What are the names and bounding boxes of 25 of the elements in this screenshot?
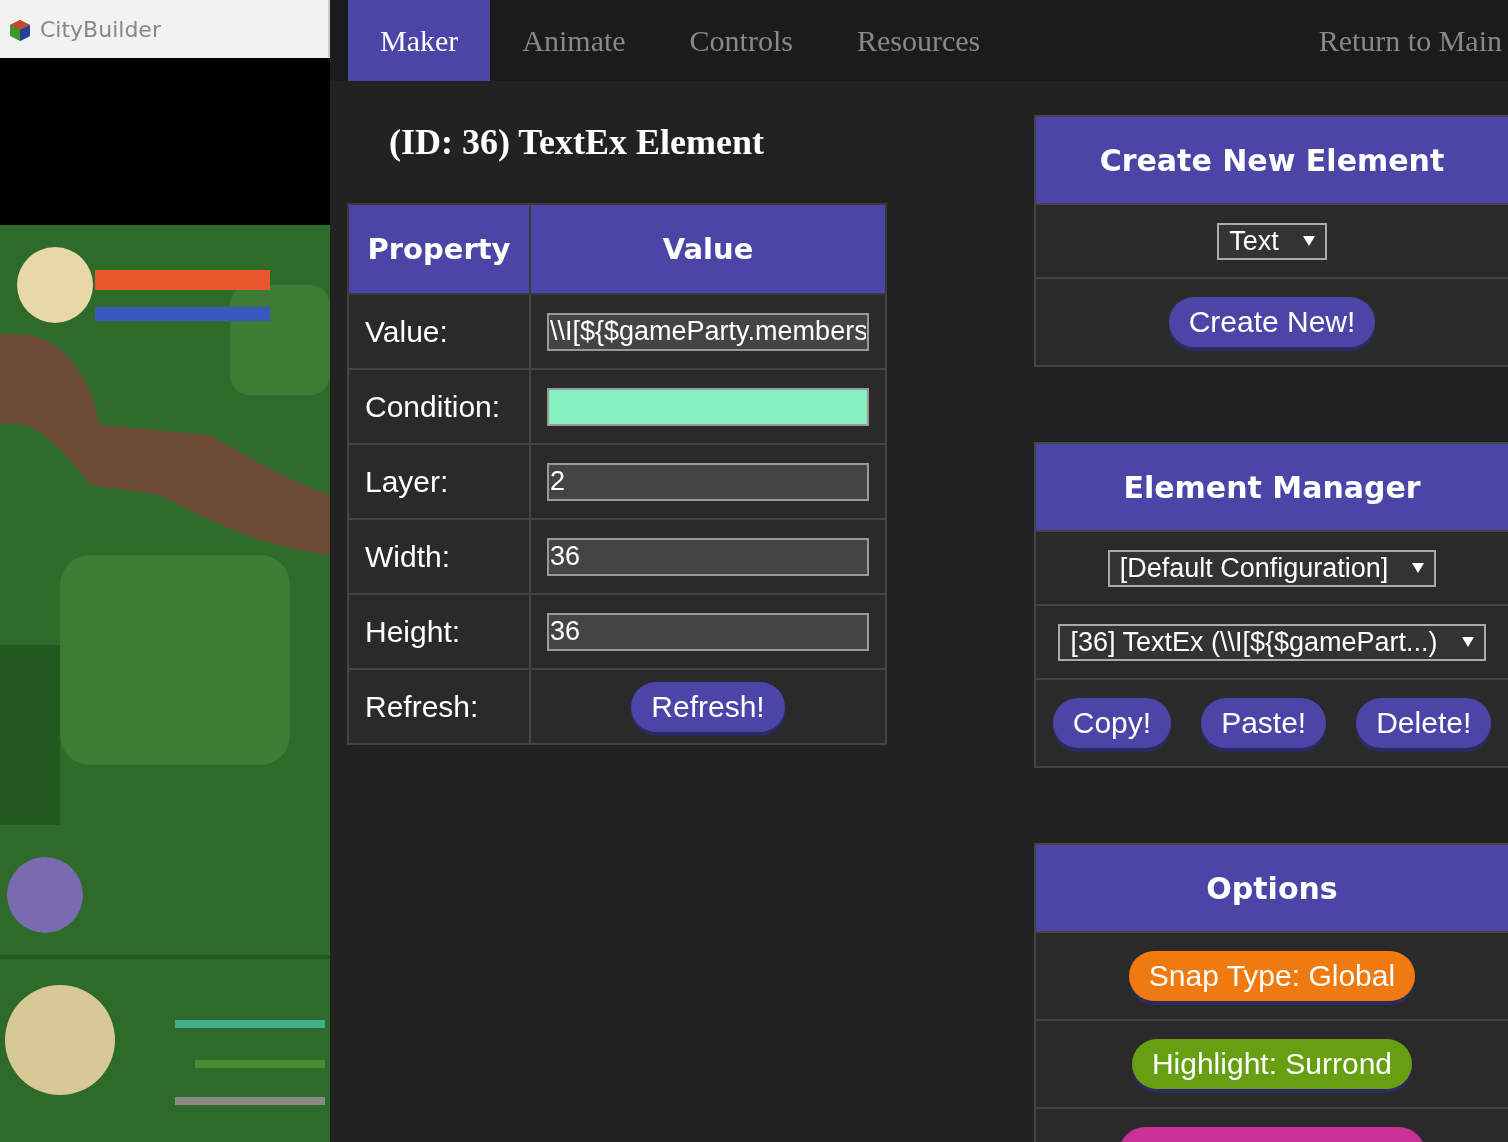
input-field[interactable]: 2 — [547, 462, 869, 501]
property-label: Width: — [348, 519, 530, 594]
dropdown[interactable]: [Default Configuration] — [1107, 549, 1437, 587]
input-field[interactable]: 36 — [547, 612, 869, 651]
tab[interactable]: Animate — [490, 0, 658, 81]
column-header: Value — [530, 204, 886, 294]
property-label: Value: — [348, 294, 530, 369]
tab[interactable]: Controls — [657, 0, 825, 81]
property-label: Layer: — [348, 444, 530, 519]
property-label: Height: — [348, 594, 530, 669]
window-title: CityBuilder — [40, 16, 161, 42]
dropdown[interactable]: [36] TextEx (\\I[${$gamePart...) — [1058, 623, 1486, 661]
tab[interactable]: Maker — [348, 0, 491, 81]
tab[interactable]: Resources — [824, 0, 1013, 81]
input-field[interactable]: 36 — [547, 537, 869, 576]
property-label: Condition: — [348, 369, 530, 444]
column-header: Property — [348, 204, 530, 294]
return-link[interactable]: Return to Main — [1318, 23, 1502, 58]
element-title: (ID: 36) TextEx Element — [389, 121, 765, 163]
panel-header: Element Manager — [1036, 444, 1508, 530]
dropdown[interactable]: Text — [1217, 222, 1327, 260]
input-field[interactable]: \\I[${$gameParty.members — [547, 312, 869, 351]
panel-header: Options — [1036, 845, 1508, 931]
panel-header: Create New Element — [1036, 117, 1508, 203]
property-label: Refresh: — [348, 669, 530, 744]
